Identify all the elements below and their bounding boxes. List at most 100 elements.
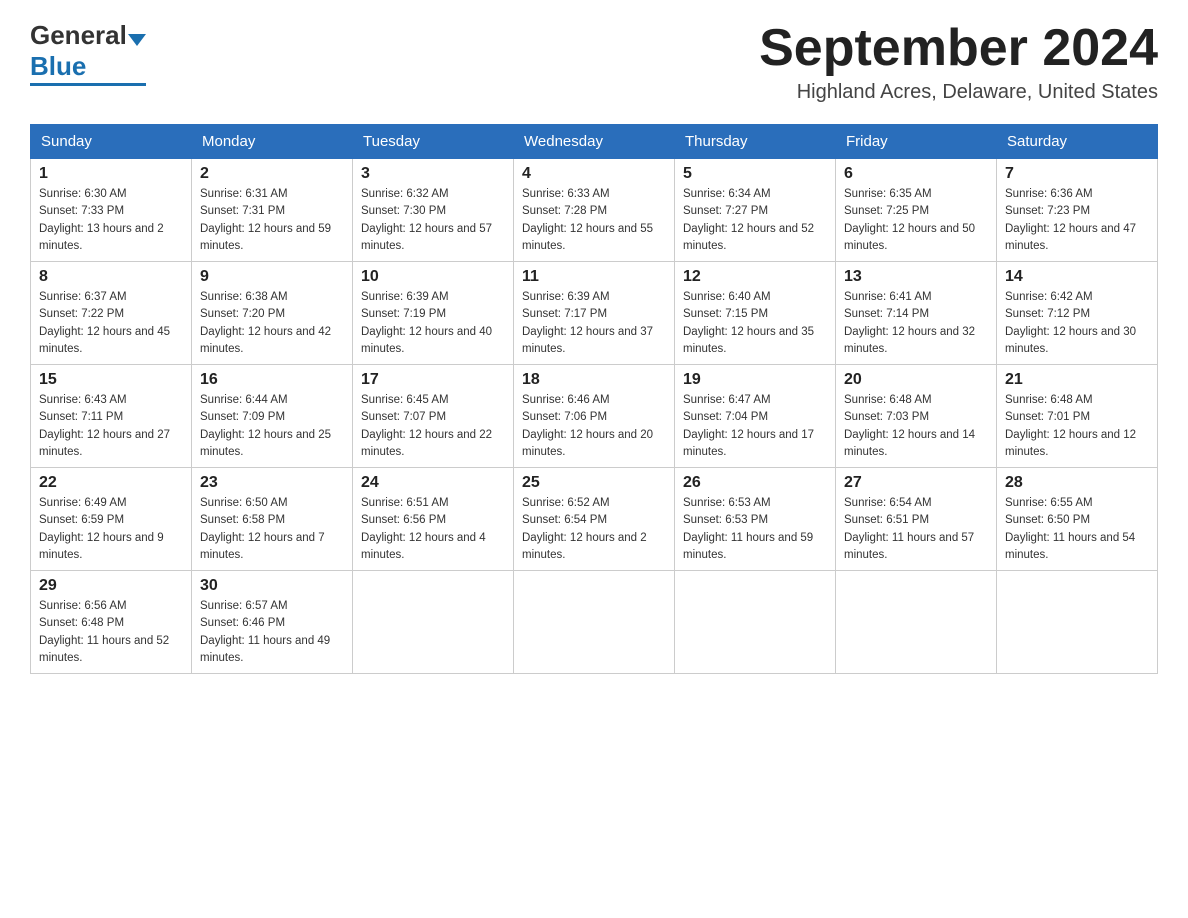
day-info: Sunrise: 6:49 AMSunset: 6:59 PMDaylight:… (39, 495, 183, 564)
day-info: Sunrise: 6:51 AMSunset: 6:56 PMDaylight:… (361, 495, 505, 564)
calendar-cell: 5Sunrise: 6:34 AMSunset: 7:27 PMDaylight… (675, 159, 836, 262)
calendar-header-row: SundayMondayTuesdayWednesdayThursdayFrid… (31, 125, 1158, 159)
calendar-cell: 17 Sunrise: 6:45 AMSunset: 7:07 PMDayligh… (353, 365, 514, 468)
calendar-week-row: 1Sunrise: 6:30 AMSunset: 7:33 PMDaylight… (31, 159, 1158, 262)
day-number: 30 (200, 577, 344, 595)
calendar-header-friday: Friday (836, 125, 997, 159)
day-number: 2 (200, 165, 344, 183)
day-number: 10 (361, 268, 505, 286)
day-info: Sunrise: 6:44 AMSunset: 7:09 PMDaylight:… (200, 392, 344, 461)
calendar-cell: 2 Sunrise: 6:31 AMSunset: 7:31 PMDaylight… (192, 159, 353, 262)
day-number: 8 (39, 268, 183, 286)
day-number: 11 (522, 268, 666, 286)
day-number: 24 (361, 474, 505, 492)
calendar-cell: 16 Sunrise: 6:44 AMSunset: 7:09 PMDayligh… (192, 365, 353, 468)
day-number: 1 (39, 165, 183, 183)
day-info: Sunrise: 6:53 AMSunset: 6:53 PMDaylight:… (683, 495, 827, 564)
day-number: 22 (39, 474, 183, 492)
logo-general-text: General (30, 20, 127, 50)
day-number: 21 (1005, 371, 1149, 389)
calendar-cell: 27 Sunrise: 6:54 AMSunset: 6:51 PMDayligh… (836, 468, 997, 571)
day-number: 6 (844, 165, 988, 183)
calendar-cell: 9Sunrise: 6:38 AMSunset: 7:20 PMDaylight… (192, 262, 353, 365)
calendar-week-row: 29 Sunrise: 6:56 AMSunset: 6:48 PMDayligh… (31, 571, 1158, 674)
day-info: Sunrise: 6:34 AMSunset: 7:27 PMDaylight:… (683, 186, 827, 255)
calendar-cell: 25 Sunrise: 6:52 AMSunset: 6:54 PMDayligh… (514, 468, 675, 571)
day-number: 3 (361, 165, 505, 183)
day-info: Sunrise: 6:48 AMSunset: 7:01 PMDaylight:… (1005, 392, 1149, 461)
day-number: 28 (1005, 474, 1149, 492)
calendar-cell: 19 Sunrise: 6:47 AMSunset: 7:04 PMDayligh… (675, 365, 836, 468)
calendar-header-thursday: Thursday (675, 125, 836, 159)
month-title: September 2024 (759, 20, 1158, 77)
day-number: 12 (683, 268, 827, 286)
day-info: Sunrise: 6:32 AMSunset: 7:30 PMDaylight:… (361, 186, 505, 255)
day-number: 29 (39, 577, 183, 595)
day-info: Sunrise: 6:43 AMSunset: 7:11 PMDaylight:… (39, 392, 183, 461)
day-number: 19 (683, 371, 827, 389)
day-info: Sunrise: 6:55 AMSunset: 6:50 PMDaylight:… (1005, 495, 1149, 564)
day-info: Sunrise: 6:47 AMSunset: 7:04 PMDaylight:… (683, 392, 827, 461)
day-number: 16 (200, 371, 344, 389)
calendar-cell: 18 Sunrise: 6:46 AMSunset: 7:06 PMDayligh… (514, 365, 675, 468)
day-info: Sunrise: 6:57 AMSunset: 6:46 PMDaylight:… (200, 598, 344, 667)
day-info: Sunrise: 6:42 AMSunset: 7:12 PMDaylight:… (1005, 289, 1149, 358)
calendar-cell: 23 Sunrise: 6:50 AMSunset: 6:58 PMDayligh… (192, 468, 353, 571)
calendar-header-saturday: Saturday (997, 125, 1158, 159)
day-number: 13 (844, 268, 988, 286)
calendar-cell: 1Sunrise: 6:30 AMSunset: 7:33 PMDaylight… (31, 159, 192, 262)
day-number: 23 (200, 474, 344, 492)
day-number: 25 (522, 474, 666, 492)
calendar-cell (353, 571, 514, 674)
calendar-cell: 29 Sunrise: 6:56 AMSunset: 6:48 PMDayligh… (31, 571, 192, 674)
day-number: 18 (522, 371, 666, 389)
day-info: Sunrise: 6:56 AMSunset: 6:48 PMDaylight:… (39, 598, 183, 667)
calendar-cell: 24 Sunrise: 6:51 AMSunset: 6:56 PMDayligh… (353, 468, 514, 571)
calendar-cell: 4Sunrise: 6:33 AMSunset: 7:28 PMDaylight… (514, 159, 675, 262)
day-info: Sunrise: 6:37 AMSunset: 7:22 PMDaylight:… (39, 289, 183, 358)
day-info: Sunrise: 6:46 AMSunset: 7:06 PMDaylight:… (522, 392, 666, 461)
calendar-cell: 15 Sunrise: 6:43 AMSunset: 7:11 PMDayligh… (31, 365, 192, 468)
day-number: 27 (844, 474, 988, 492)
day-number: 7 (1005, 165, 1149, 183)
title-section: September 2024 Highland Acres, Delaware,… (759, 20, 1158, 104)
calendar-cell: 22 Sunrise: 6:49 AMSunset: 6:59 PMDayligh… (31, 468, 192, 571)
calendar-cell: 12 Sunrise: 6:40 AMSunset: 7:15 PMDayligh… (675, 262, 836, 365)
day-info: Sunrise: 6:52 AMSunset: 6:54 PMDaylight:… (522, 495, 666, 564)
logo-underline (30, 83, 146, 86)
calendar-cell: 13 Sunrise: 6:41 AMSunset: 7:14 PMDayligh… (836, 262, 997, 365)
day-info: Sunrise: 6:54 AMSunset: 6:51 PMDaylight:… (844, 495, 988, 564)
calendar-header-sunday: Sunday (31, 125, 192, 159)
page-header: General Blue September 2024 Highland Acr… (30, 20, 1158, 104)
calendar-cell (997, 571, 1158, 674)
calendar-week-row: 8 Sunrise: 6:37 AMSunset: 7:22 PMDaylight… (31, 262, 1158, 365)
day-info: Sunrise: 6:41 AMSunset: 7:14 PMDaylight:… (844, 289, 988, 358)
calendar-cell: 8 Sunrise: 6:37 AMSunset: 7:22 PMDaylight… (31, 262, 192, 365)
calendar-cell: 14 Sunrise: 6:42 AMSunset: 7:12 PMDayligh… (997, 262, 1158, 365)
day-info: Sunrise: 6:45 AMSunset: 7:07 PMDaylight:… (361, 392, 505, 461)
logo-arrow-icon (128, 34, 146, 46)
day-info: Sunrise: 6:40 AMSunset: 7:15 PMDaylight:… (683, 289, 827, 358)
day-number: 14 (1005, 268, 1149, 286)
day-info: Sunrise: 6:31 AMSunset: 7:31 PMDaylight:… (200, 186, 344, 255)
calendar-cell: 6Sunrise: 6:35 AMSunset: 7:25 PMDaylight… (836, 159, 997, 262)
calendar-cell: 11 Sunrise: 6:39 AMSunset: 7:17 PMDayligh… (514, 262, 675, 365)
calendar-cell: 30 Sunrise: 6:57 AMSunset: 6:46 PMDayligh… (192, 571, 353, 674)
day-number: 26 (683, 474, 827, 492)
day-info: Sunrise: 6:36 AMSunset: 7:23 PMDaylight:… (1005, 186, 1149, 255)
calendar-week-row: 22 Sunrise: 6:49 AMSunset: 6:59 PMDayligh… (31, 468, 1158, 571)
day-info: Sunrise: 6:38 AMSunset: 7:20 PMDaylight:… (200, 289, 344, 358)
calendar-header-wednesday: Wednesday (514, 125, 675, 159)
day-info: Sunrise: 6:50 AMSunset: 6:58 PMDaylight:… (200, 495, 344, 564)
logo: General Blue (30, 20, 146, 86)
calendar-cell: 28 Sunrise: 6:55 AMSunset: 6:50 PMDayligh… (997, 468, 1158, 571)
day-number: 20 (844, 371, 988, 389)
calendar-cell (836, 571, 997, 674)
calendar-table: SundayMondayTuesdayWednesdayThursdayFrid… (30, 124, 1158, 674)
day-number: 17 (361, 371, 505, 389)
day-info: Sunrise: 6:33 AMSunset: 7:28 PMDaylight:… (522, 186, 666, 255)
day-number: 15 (39, 371, 183, 389)
calendar-header-tuesday: Tuesday (353, 125, 514, 159)
day-info: Sunrise: 6:39 AMSunset: 7:17 PMDaylight:… (522, 289, 666, 358)
calendar-cell: 26 Sunrise: 6:53 AMSunset: 6:53 PMDayligh… (675, 468, 836, 571)
